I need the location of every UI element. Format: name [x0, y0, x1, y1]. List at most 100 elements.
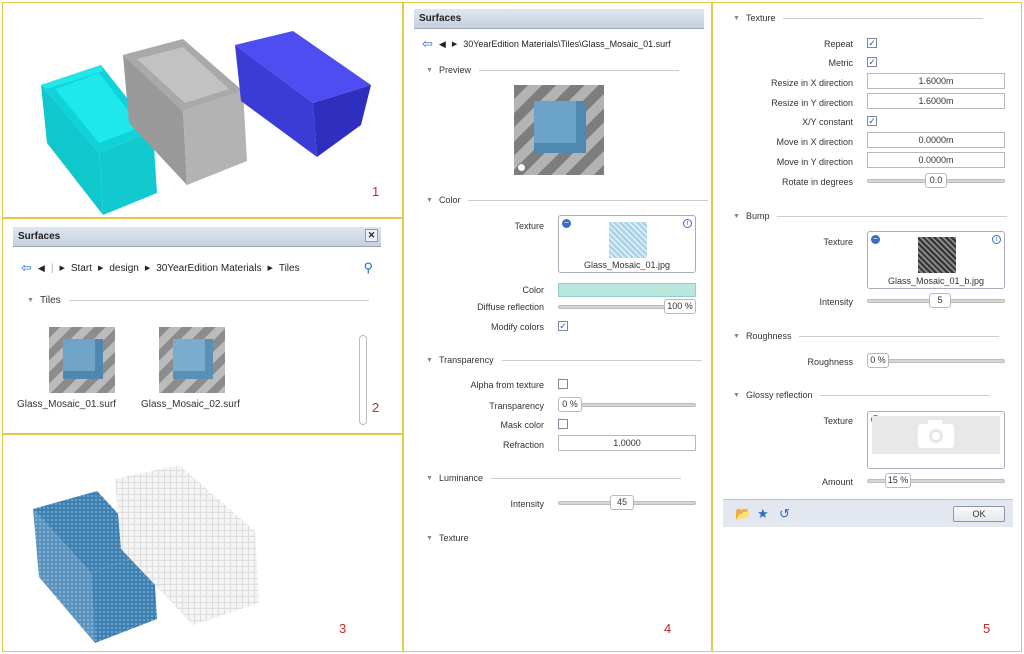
section-title: Texture — [745, 13, 776, 23]
color-label: Color — [522, 285, 544, 295]
thumbnail-glass-mosaic-01[interactable] — [49, 327, 115, 393]
scrollbar[interactable] — [359, 335, 367, 425]
alpha-checkbox[interactable] — [558, 379, 568, 389]
amount-value[interactable]: 15 % — [885, 473, 911, 488]
bump-thumbnail — [918, 237, 956, 273]
metric-checkbox[interactable]: ✓ — [867, 57, 877, 67]
panel-colored-boxes: 1 — [2, 2, 403, 218]
mask-color-checkbox[interactable] — [558, 419, 568, 429]
rotate-label: Rotate in degrees — [781, 177, 853, 187]
xy-constant-checkbox[interactable]: ✓ — [867, 116, 877, 126]
breadcrumb-materials[interactable]: 30YearEdition Materials — [156, 263, 261, 274]
rotate-value[interactable]: 0.0 — [925, 173, 947, 188]
transparency-value[interactable]: 0 % — [558, 397, 582, 412]
refraction-field[interactable]: 1.0000 — [558, 435, 696, 451]
info-icon[interactable]: i — [683, 219, 692, 228]
collapse-icon[interactable]: ▼ — [27, 297, 34, 304]
path-bar: ⇦ ◀ ▶ 30YearEdition Materials\Tiles\Glas… — [418, 33, 708, 55]
preview-section-header[interactable]: ▼ Preview — [426, 65, 679, 75]
chevron-left-icon[interactable]: ◀ — [439, 39, 446, 50]
back-arrow-icon[interactable]: ⇦ — [21, 260, 32, 276]
glossy-section-header[interactable]: ▼ Glossy reflection — [733, 390, 991, 400]
luminance-section-header[interactable]: ▼ Luminance — [426, 473, 681, 483]
diffuse-value[interactable]: 100 % — [664, 299, 696, 314]
move-y-label: Move in Y direction — [776, 157, 853, 167]
remove-icon[interactable]: − — [871, 235, 880, 244]
camera-icon — [918, 420, 954, 448]
texture-thumbnail — [609, 222, 647, 258]
thumbnail-glass-mosaic-02[interactable] — [159, 327, 225, 393]
bump-section-header[interactable]: ▼ Bump — [733, 211, 1008, 221]
panel-number: 4 — [664, 621, 672, 636]
bump-intensity-value[interactable]: 5 — [929, 293, 951, 308]
intensity-value[interactable]: 45 — [610, 495, 634, 510]
light-icon[interactable] — [517, 163, 526, 172]
modify-colors-checkbox[interactable]: ✓ — [558, 321, 568, 331]
roughness-value[interactable]: 0 % — [867, 353, 889, 368]
bump-texture-box[interactable]: − i Glass_Mosaic_01_b.jpg — [867, 231, 1005, 289]
texture-section-header[interactable]: ▼ Texture — [733, 13, 984, 23]
glossy-texture-label: Texture — [823, 416, 853, 426]
repeat-checkbox[interactable]: ✓ — [867, 38, 877, 48]
item-label[interactable]: Glass_Mosaic_02.surf — [141, 399, 240, 410]
move-x-field[interactable]: 0.0000m — [867, 132, 1005, 148]
section-title: Transparency — [438, 355, 494, 365]
resize-x-field[interactable]: 1.6000m — [867, 73, 1005, 89]
transparency-label: Transparency — [489, 401, 544, 411]
refraction-label: Refraction — [502, 440, 544, 450]
close-icon[interactable]: ✕ — [365, 229, 378, 242]
modify-colors-label: Modify colors — [490, 322, 544, 332]
xy-constant-label: X/Y constant — [802, 117, 853, 127]
dialog-footer: 📂 ★ ↺ OK — [723, 499, 1013, 527]
panel-number: 3 — [339, 621, 347, 636]
move-y-field[interactable]: 0.0000m — [867, 152, 1005, 168]
breadcrumb-design[interactable]: design — [109, 263, 138, 274]
remove-icon[interactable]: − — [562, 219, 571, 228]
save-favorite-icon[interactable]: ★ — [757, 506, 769, 522]
section-title: Bump — [745, 211, 770, 221]
window-title: Surfaces — [419, 13, 462, 24]
mosaic-boxes-render — [33, 465, 259, 643]
item-label[interactable]: Glass_Mosaic_01.surf — [17, 399, 116, 410]
glossy-texture-box[interactable]: − — [867, 411, 1005, 469]
screenshot-collage: 1 Surfaces ✕ ⇦ ◀ | ▶ Start ▶ design ▶ 30… — [0, 0, 1024, 654]
color-texture-box[interactable]: − i Glass_Mosaic_01.jpg — [558, 215, 696, 273]
panel-number: 1 — [372, 184, 380, 199]
back-arrow-icon[interactable]: ⇦ — [422, 36, 433, 52]
breadcrumb-tiles[interactable]: Tiles — [279, 263, 300, 274]
panel-number: 5 — [983, 621, 991, 636]
info-icon[interactable]: i — [992, 235, 1001, 244]
window-title: Surfaces — [18, 231, 61, 242]
color-section-header[interactable]: ▼ Color — [426, 195, 709, 205]
panel-texture-settings: ▼ Texture Repeat ✓ Metric ✓ Resize in X d… — [712, 2, 1022, 652]
breadcrumb-start[interactable]: Start — [71, 263, 92, 274]
intensity-label: Intensity — [510, 499, 544, 509]
section-title: Glossy reflection — [745, 390, 813, 400]
mask-color-label: Mask color — [500, 420, 544, 430]
panel-number: 2 — [372, 400, 380, 415]
search-icon[interactable]: ⚲ — [363, 260, 373, 276]
reset-icon[interactable]: ↺ — [779, 506, 790, 522]
open-folder-icon[interactable]: 📂 — [735, 506, 751, 522]
chevron-right-icon: ▶ — [451, 41, 458, 48]
section-title: Roughness — [745, 331, 792, 341]
texture-section-header[interactable]: ▼ Texture — [426, 533, 468, 543]
metric-label: Metric — [828, 58, 854, 68]
resize-y-field[interactable]: 1.6000m — [867, 93, 1005, 109]
diffuse-label: Diffuse reflection — [477, 302, 544, 312]
transparency-section-header[interactable]: ▼ Transparency — [426, 355, 702, 365]
chevron-left-icon[interactable]: ◀ — [38, 263, 45, 274]
amount-label: Amount — [821, 477, 853, 487]
section-title: Preview — [438, 65, 471, 75]
preview-image — [514, 85, 604, 175]
ok-button[interactable]: OK — [953, 506, 1005, 522]
path-text[interactable]: 30YearEdition Materials\Tiles\Glass_Mosa… — [463, 39, 670, 49]
section-title: Color — [438, 195, 461, 205]
color-swatch[interactable] — [558, 283, 696, 297]
section-title: Texture — [438, 533, 469, 543]
roughness-label: Roughness — [807, 357, 853, 367]
resize-y-label: Resize in Y direction — [771, 98, 853, 108]
tiles-section-header[interactable]: ▼ Tiles — [27, 295, 369, 306]
move-x-label: Move in X direction — [776, 137, 853, 147]
roughness-section-header[interactable]: ▼ Roughness — [733, 331, 1000, 341]
